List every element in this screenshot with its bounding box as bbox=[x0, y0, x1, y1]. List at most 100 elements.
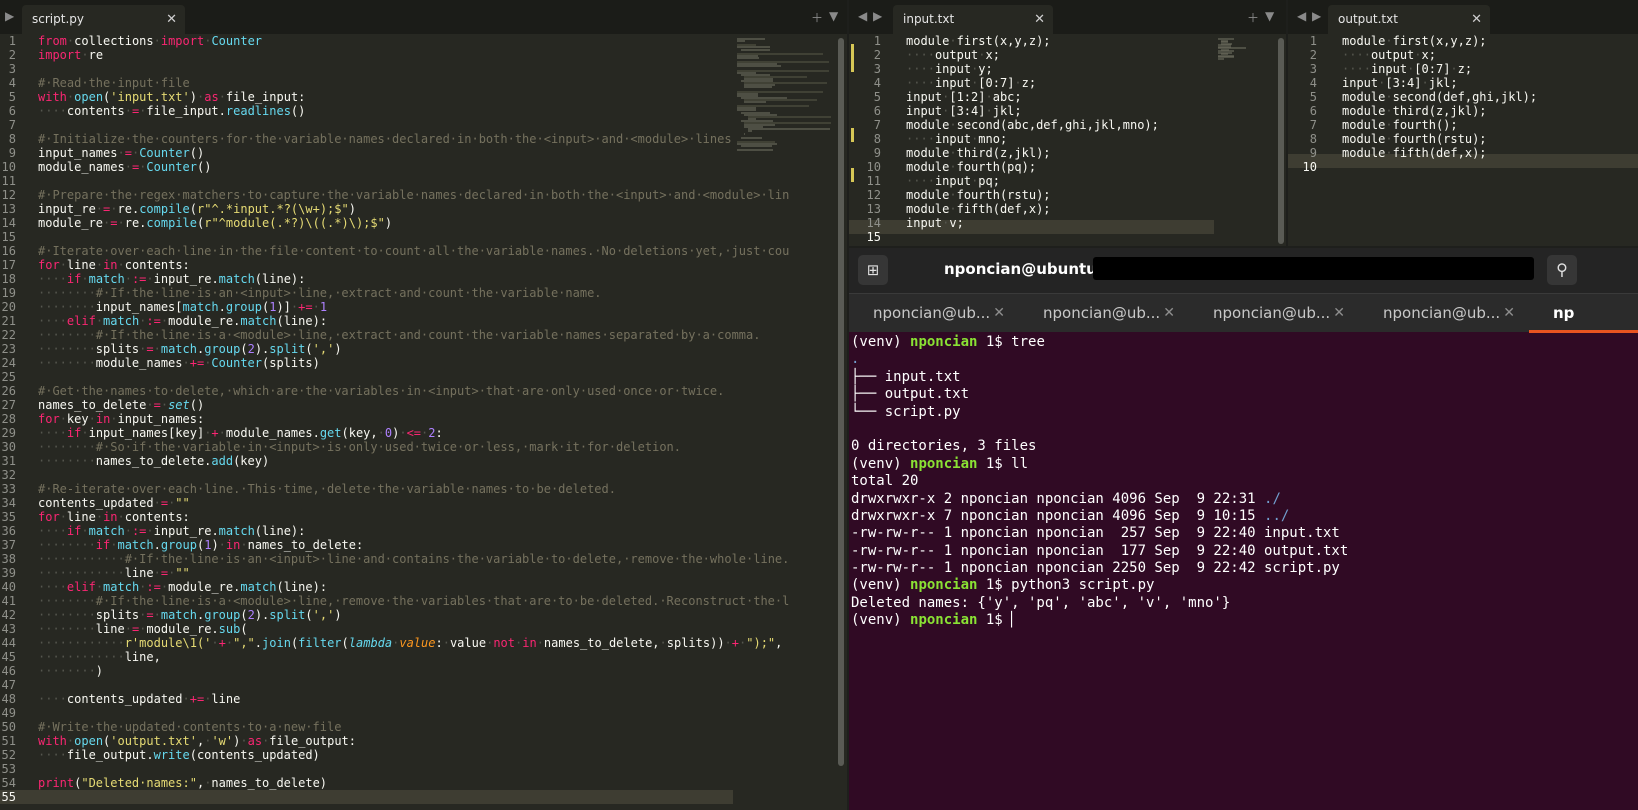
plus-icon[interactable]: ＋ bbox=[1247, 9, 1259, 26]
terminal-window[interactable]: ⊞ nponcian@ubuntu20: ⚲ nponcian@ub... ✕ … bbox=[849, 248, 1638, 810]
new-tab-button[interactable]: ⊞ bbox=[858, 255, 888, 285]
line-number: 10 bbox=[866, 160, 881, 174]
code-line: ········line·=·module_re.sub( bbox=[38, 622, 248, 636]
terminal-tab[interactable]: nponcian@ub... ✕ bbox=[849, 294, 1019, 333]
line-number: 27 bbox=[1, 398, 16, 412]
scrollbar[interactable] bbox=[1278, 38, 1284, 244]
terminal-line: drwxrwxr-x 2 nponcian nponcian 4096 Sep … bbox=[851, 490, 1281, 507]
code-line: ····contents·=·file_input.readlines() bbox=[38, 104, 306, 118]
line-number: 4 bbox=[8, 76, 16, 90]
terminal-line: (venv) nponcian 1$ ▏ bbox=[851, 612, 1020, 629]
line-number: 52 bbox=[1, 748, 16, 762]
code-line: ····output·x; bbox=[906, 48, 1000, 62]
line-number: 18 bbox=[1, 272, 16, 286]
scrollbar[interactable] bbox=[838, 38, 844, 766]
minimap-line bbox=[737, 149, 773, 152]
terminal-output[interactable]: (venv) nponcian 1$ tree. ├── input.txt ├──… bbox=[851, 334, 1348, 630]
line-number: 1 bbox=[873, 34, 881, 48]
line-number: 15 bbox=[1, 230, 16, 244]
code-line: input·v; bbox=[906, 216, 964, 230]
terminal-tab-active[interactable]: np bbox=[1529, 294, 1638, 333]
line-number: 28 bbox=[1, 412, 16, 426]
code-line: ····output·x; bbox=[1342, 48, 1436, 62]
arrow-left-icon[interactable]: ◀ bbox=[858, 9, 867, 23]
code-area[interactable]: 1 2 3 4 5 6 7 8 9 10 module·first(x,y,z); ····outp… bbox=[1288, 34, 1638, 246]
code-line: ····elif·match·:=·module_re.match(line): bbox=[38, 580, 328, 594]
tab-output-txt[interactable]: output.txt ✕ bbox=[1328, 5, 1490, 34]
plus-icon[interactable]: ＋ bbox=[811, 9, 823, 26]
terminal-tab[interactable]: nponcian@ub... ✕ bbox=[1189, 294, 1359, 333]
tab-label: output.txt bbox=[1338, 12, 1398, 26]
line-number: 45 bbox=[1, 650, 16, 664]
close-icon[interactable]: ✕ bbox=[1034, 5, 1045, 34]
code-line: ········if·match.group(1)·in·names_to_de… bbox=[38, 538, 364, 552]
line-number: 8 bbox=[8, 132, 16, 146]
code-line: print("Deleted·names:",·names_to_delete) bbox=[38, 776, 328, 790]
code-line: module·fourth(rstu); bbox=[1342, 132, 1487, 146]
terminal-line: Deleted names: {'y', 'pq', 'abc', 'v', '… bbox=[851, 594, 1231, 611]
arrow-right-icon[interactable]: ▶ bbox=[873, 9, 882, 23]
minimap-line bbox=[740, 48, 771, 51]
tab-script-py[interactable]: script.py ✕ bbox=[22, 5, 185, 34]
terminal-line: (venv) nponcian 1$ tree bbox=[851, 334, 1045, 350]
minimap[interactable] bbox=[1214, 34, 1274, 64]
code-line: module·second(def,ghi,jkl); bbox=[1342, 90, 1538, 104]
tab-bar: ◀ ▶ output.txt ✕ bbox=[1288, 0, 1638, 34]
code-line: ····input·[0:7]·z; bbox=[906, 76, 1037, 90]
code-line: ········) bbox=[38, 664, 104, 678]
terminal-tab-label: nponcian@ub... bbox=[1213, 304, 1331, 322]
tab-label: script.py bbox=[32, 12, 84, 26]
code-line: ········splits·=·match.group(2).split(',… bbox=[38, 342, 342, 356]
line-number: 39 bbox=[1, 566, 16, 580]
line-number: 8 bbox=[873, 132, 881, 146]
close-icon[interactable]: ✕ bbox=[1333, 294, 1345, 333]
line-numbers: 1 2 3 4 5 6 7 8 9 10 11 12 13 14 15 16 17 18 19 20 21 22 23 24 2… bbox=[0, 34, 16, 804]
line-number: 9 bbox=[8, 146, 16, 160]
line-number: 9 bbox=[1309, 146, 1317, 160]
terminal-tab[interactable]: nponcian@ub... ✕ bbox=[1019, 294, 1189, 333]
tab-input-txt[interactable]: input.txt ✕ bbox=[893, 5, 1053, 34]
line-number: 8 bbox=[1309, 132, 1317, 146]
editor-pane-output: ◀ ▶ output.txt ✕ 1 2 3 4 5 6 7 8 9 10 module·firs… bbox=[1288, 0, 1638, 246]
terminal-tab[interactable]: nponcian@ub... ✕ bbox=[1359, 294, 1529, 333]
close-icon[interactable]: ✕ bbox=[1471, 5, 1482, 34]
terminal-tab-label: nponcian@ub... bbox=[1043, 304, 1161, 322]
code-area[interactable]: 1 2 3 4 5 6 7 8 9 10 11 12 13 14 15 16 17 18 19 20 21 22 23 24 2… bbox=[0, 34, 789, 810]
play-icon[interactable]: ▶ bbox=[5, 9, 14, 23]
close-icon[interactable]: ✕ bbox=[993, 294, 1005, 333]
terminal-line: drwxrwxr-x 7 nponcian nponcian 4096 Sep … bbox=[851, 507, 1290, 524]
line-number: 5 bbox=[1309, 90, 1317, 104]
line-number: 4 bbox=[1309, 76, 1317, 90]
chevron-down-icon[interactable]: ▼ bbox=[1265, 9, 1274, 23]
code-line: #·Get·the·names·to·delete,·which·are·the… bbox=[38, 384, 725, 398]
arrow-right-icon[interactable]: ▶ bbox=[1312, 9, 1321, 23]
code-line: for·line·in·contents: bbox=[38, 258, 190, 272]
close-icon[interactable]: ✕ bbox=[1503, 294, 1515, 333]
arrow-left-icon[interactable]: ◀ bbox=[1297, 9, 1306, 23]
terminal-tab-label: nponcian@ub... bbox=[1383, 304, 1501, 322]
code-line: input·[3:4]·jkl; bbox=[1342, 76, 1458, 90]
prompt-user: nponcian bbox=[910, 577, 978, 594]
terminal-tab-label: np bbox=[1553, 304, 1575, 322]
minimap-line bbox=[747, 130, 753, 133]
minimap[interactable] bbox=[733, 34, 833, 154]
code-line: module·fourth(); bbox=[1342, 118, 1458, 132]
code-line: ········#·If·the·line·is·a·<module>·line… bbox=[38, 594, 790, 608]
terminal-line: . bbox=[851, 351, 860, 368]
chevron-down-icon[interactable]: ▼ bbox=[829, 9, 838, 23]
code-line: ····if·input_names[key]·+·module_names.g… bbox=[38, 426, 443, 440]
line-number: 14 bbox=[866, 216, 881, 230]
line-number: 51 bbox=[1, 734, 16, 748]
code-area[interactable]: 1 2 3 4 5 6 7 8 9 10 11 12 13 14 15 module·first(x,y,z… bbox=[849, 34, 1214, 246]
close-icon[interactable]: ✕ bbox=[166, 5, 177, 34]
terminal-line: -rw-rw-r-- 1 nponcian nponcian 257 Sep 9… bbox=[851, 525, 1340, 542]
terminal-line: total 20 bbox=[851, 473, 919, 490]
line-number: 48 bbox=[1, 692, 16, 706]
code-lines: module·first(x,y,z); ····output·x; ····inp… bbox=[1342, 34, 1537, 174]
search-button[interactable]: ⚲ bbox=[1547, 255, 1577, 285]
close-icon[interactable]: ✕ bbox=[1163, 294, 1175, 333]
code-line: import·re bbox=[38, 48, 104, 62]
minimap-line bbox=[740, 136, 763, 139]
